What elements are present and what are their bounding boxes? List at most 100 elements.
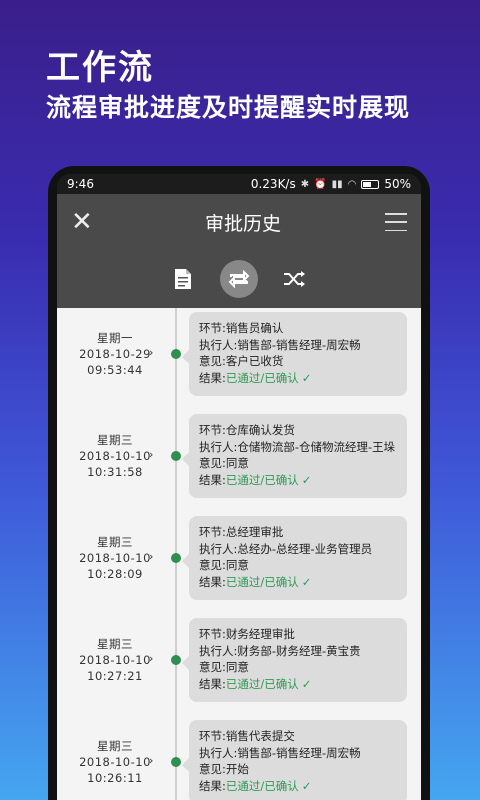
timeline-entry[interactable]: 星期三 2018-10-10 10:27:21 › 环节:财务经理审批 执行人:… [57, 616, 421, 712]
opinion-value: 同意 [225, 660, 249, 674]
timeline-dot [171, 757, 181, 767]
status-time: 9:46 [67, 177, 94, 191]
entry-weekday: 星期三 [97, 535, 133, 549]
approval-timeline: 星期一 2018-10-29 09:53:44 › 环节:销售员确认 执行人:销… [57, 308, 421, 800]
stage-value: 销售员确认 [225, 321, 284, 335]
app-screen: 9:46 0.23K/s ✱ ⏰ ▮▮ ◠ 50% ✕ 审批历史 星期一 201… [57, 174, 421, 800]
entry-datetime: 星期三 2018-10-10 10:27:21 [71, 636, 159, 684]
result-label: 结果: [199, 574, 226, 589]
timeline-dot [171, 451, 181, 461]
status-indicators: 0.23K/s ✱ ⏰ ▮▮ ◠ 50% [251, 177, 411, 191]
executor-label: 执行人: [199, 541, 238, 556]
entry-card: 环节:仓库确认发货 执行人:仓储物流部-仓储物流经理-王垛 意见:同意 结果:已… [182, 414, 407, 498]
document-icon[interactable] [164, 260, 202, 298]
entry-weekday: 星期三 [97, 637, 133, 651]
entry-date: 2018-10-10 [79, 551, 151, 565]
opinion-label: 意见: [199, 354, 226, 368]
hamburger-menu-icon[interactable] [384, 213, 407, 231]
battery-level: 50% [384, 177, 411, 191]
timeline-entry[interactable]: 星期一 2018-10-29 09:53:44 › 环节:销售员确认 执行人:销… [57, 310, 421, 406]
entry-datetime: 星期一 2018-10-29 09:53:44 [71, 330, 159, 378]
stage-label: 环节: [199, 627, 226, 641]
entry-time: 09:53:44 [87, 363, 143, 377]
status-bar: 9:46 0.23K/s ✱ ⏰ ▮▮ ◠ 50% [57, 174, 421, 194]
result-label: 结果: [199, 676, 226, 691]
shuffle-icon[interactable] [276, 260, 314, 298]
check-icon: ✓ [301, 472, 312, 487]
stage-value: 仓库确认发货 [225, 423, 295, 437]
opinion-value: 同意 [225, 558, 249, 572]
check-icon: ✓ [301, 676, 312, 691]
promo-subtitle: 流程审批进度及时提醒实时展现 [46, 93, 411, 122]
chevron-right-icon: › [149, 448, 154, 461]
entry-datetime: 星期三 2018-10-10 10:31:58 [71, 432, 159, 480]
stage-label: 环节: [199, 321, 226, 335]
stage-label: 环节: [199, 423, 226, 437]
timeline-dot [171, 655, 181, 665]
result-label: 结果: [199, 472, 226, 487]
result-value: 已通过/已确认 [225, 472, 299, 487]
page-title: 审批历史 [204, 212, 281, 235]
result-value: 已通过/已确认 [225, 574, 299, 589]
result-value: 已通过/已确认 [225, 370, 299, 385]
check-icon: ✓ [301, 370, 312, 385]
result-value: 已通过/已确认 [225, 778, 299, 793]
entry-date: 2018-10-10 [79, 449, 151, 463]
entry-date: 2018-10-10 [79, 653, 151, 667]
opinion-value: 同意 [225, 456, 249, 470]
opinion-label: 意见: [199, 456, 226, 470]
view-tabs [57, 250, 421, 308]
stage-value: 总经理审批 [225, 525, 284, 539]
opinion-label: 意见: [199, 558, 226, 572]
executor-value: 仓储物流部-仓储物流经理-王垛 [237, 439, 396, 454]
entry-time: 10:31:58 [87, 465, 143, 479]
executor-value: 销售部-销售经理-周宏畅 [237, 337, 361, 352]
executor-label: 执行人: [199, 439, 238, 454]
executor-label: 执行人: [199, 337, 238, 352]
opinion-label: 意见: [199, 762, 226, 776]
entry-weekday: 星期三 [97, 739, 133, 753]
check-icon: ✓ [301, 574, 312, 589]
entry-card: 环节:财务经理审批 执行人:财务部-财务经理-黄宝贵 意见:同意 结果:已通过/… [182, 618, 407, 702]
battery-icon [361, 179, 380, 189]
repeat-icon[interactable] [220, 260, 258, 298]
signal-icon: ▮▮ [331, 178, 343, 190]
phone-frame: 9:46 0.23K/s ✱ ⏰ ▮▮ ◠ 50% ✕ 审批历史 星期一 201… [48, 166, 430, 800]
executor-value: 总经办-总经理-业务管理员 [237, 541, 373, 556]
alarm-icon: ⏰ [314, 178, 327, 190]
check-icon: ✓ [301, 778, 312, 793]
entry-time: 10:26:11 [87, 771, 143, 785]
stage-value: 财务经理审批 [225, 627, 295, 641]
chevron-right-icon: › [149, 652, 154, 665]
close-icon[interactable]: ✕ [71, 207, 101, 237]
timeline-entry[interactable]: 星期三 2018-10-10 10:28:09 › 环节:总经理审批 执行人:总… [57, 514, 421, 610]
chevron-right-icon: › [149, 346, 154, 359]
timeline-entry[interactable]: 星期三 2018-10-10 10:26:11 › 环节:销售代表提交 执行人:… [57, 718, 421, 800]
entry-weekday: 星期一 [97, 331, 133, 345]
wifi-icon: ◠ [347, 178, 357, 190]
timeline-dot [171, 553, 181, 563]
stage-value: 销售代表提交 [225, 729, 295, 743]
result-label: 结果: [199, 778, 226, 793]
entry-weekday: 星期三 [97, 433, 133, 447]
app-bar: ✕ 审批历史 [57, 194, 421, 250]
chevron-right-icon: › [149, 550, 154, 563]
network-speed: 0.23K/s [250, 177, 296, 191]
opinion-value: 客户已收货 [225, 354, 284, 368]
stage-label: 环节: [199, 525, 226, 539]
executor-label: 执行人: [199, 643, 238, 658]
executor-value: 财务部-财务经理-黄宝贵 [237, 643, 361, 658]
entry-time: 10:28:09 [87, 567, 143, 581]
entry-card: 环节:销售代表提交 执行人:销售部-销售经理-周宏畅 意见:开始 结果:已通过/… [182, 720, 407, 800]
entry-datetime: 星期三 2018-10-10 10:26:11 [71, 738, 159, 786]
bluetooth-icon: ✱ [300, 178, 310, 190]
opinion-label: 意见: [199, 660, 226, 674]
stage-label: 环节: [199, 729, 226, 743]
timeline-dot [171, 349, 181, 359]
entry-card: 环节:销售员确认 执行人:销售部-销售经理-周宏畅 意见:客户已收货 结果:已通… [182, 312, 407, 396]
opinion-value: 开始 [225, 762, 249, 776]
chevron-right-icon: › [149, 754, 154, 767]
entry-date: 2018-10-10 [79, 755, 151, 769]
timeline-entry[interactable]: 星期三 2018-10-10 10:31:58 › 环节:仓库确认发货 执行人:… [57, 412, 421, 508]
executor-value: 销售部-销售经理-周宏畅 [237, 745, 361, 760]
